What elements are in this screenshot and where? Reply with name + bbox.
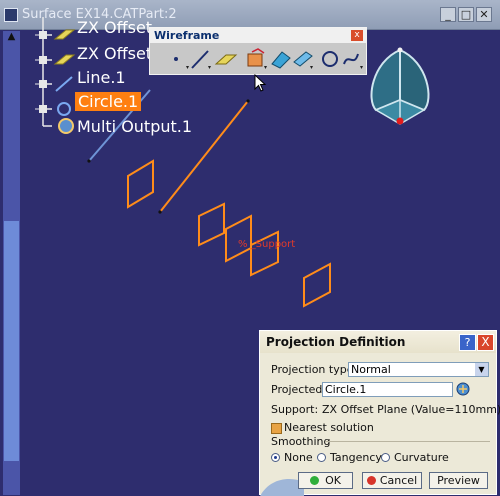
projected-value: Circle.1	[325, 383, 367, 396]
parallel-curve-tool-button[interactable]	[290, 46, 318, 72]
wireframe-toolbar: Wireframe x	[149, 27, 367, 75]
preview-label: Preview	[437, 474, 480, 487]
tree-item-label: Multi Output.1	[77, 117, 193, 136]
support-label: Support:	[271, 403, 319, 416]
ok-icon	[310, 476, 320, 485]
cancel-label: Cancel	[379, 474, 418, 487]
cancel-button[interactable]: Cancel	[362, 472, 422, 489]
nearest-solution-checkbox[interactable]	[271, 423, 282, 434]
projection-type-value: Normal	[351, 363, 391, 376]
projected-field[interactable]: Circle.1	[322, 382, 453, 397]
zx-offset-plane[interactable]	[303, 262, 331, 308]
line-endpoint	[87, 159, 91, 163]
smoothing-none-radio[interactable]	[271, 453, 280, 462]
tree-item-label: ZX Offset	[77, 18, 153, 37]
ok-label: OK	[325, 474, 341, 487]
mouse-cursor-icon	[254, 74, 267, 92]
toolbar-titlebar[interactable]: Wireframe x	[150, 28, 366, 43]
smoothing-tangency-radio[interactable]	[317, 453, 326, 462]
tree-item-label: Line.1	[77, 68, 126, 87]
support-label: % _Support	[238, 239, 295, 250]
toolbar-close-icon[interactable]: x	[351, 30, 363, 41]
smoothing-group-label: Smoothing	[271, 435, 331, 448]
smoothing-separator	[325, 441, 490, 442]
tree-item-label-selected: Circle.1	[75, 92, 142, 111]
nearest-solution-label: Nearest solution	[284, 421, 374, 434]
line-endpoint	[246, 99, 250, 103]
catia-window: Surface EX14.CATPart:2 _ □ ✕ ▲ % _Suppor…	[0, 0, 500, 496]
zx-offset-plane[interactable]	[198, 202, 225, 247]
dialog-close-button[interactable]: X	[477, 334, 494, 351]
smoothing-curvature-label: Curvature	[394, 451, 449, 464]
help-button[interactable]: ?	[459, 334, 476, 351]
compass-widget[interactable]	[370, 47, 430, 125]
chevron-down-icon[interactable]: ▼	[475, 363, 488, 376]
tree-item-label: ZX Offset	[77, 44, 153, 63]
line-endpoint	[158, 210, 162, 214]
spline-tool-button[interactable]	[340, 46, 368, 72]
preview-button[interactable]: Preview	[429, 472, 488, 489]
projection-definition-dialog: Projection Definition ? X Projection typ…	[259, 330, 500, 496]
dialog-title: Projection Definition	[266, 335, 406, 349]
smoothing-none-label: None	[284, 451, 313, 464]
multi-selection-icon[interactable]	[455, 381, 471, 397]
smoothing-curvature-radio[interactable]	[381, 453, 390, 462]
cancel-icon	[366, 476, 376, 485]
projection-type-select[interactable]: Normal ▼	[348, 362, 489, 377]
support-field[interactable]: ZX Offset Plane (Value=110mm)	[322, 403, 500, 416]
projected-label: Projected:	[271, 383, 327, 396]
plane-tool-button[interactable]	[212, 46, 240, 72]
toolbar-title: Wireframe	[154, 29, 220, 42]
zx-offset-plane[interactable]	[127, 159, 154, 209]
smoothing-tangency-label: Tangency	[330, 451, 382, 464]
ok-button[interactable]: OK	[298, 472, 353, 489]
